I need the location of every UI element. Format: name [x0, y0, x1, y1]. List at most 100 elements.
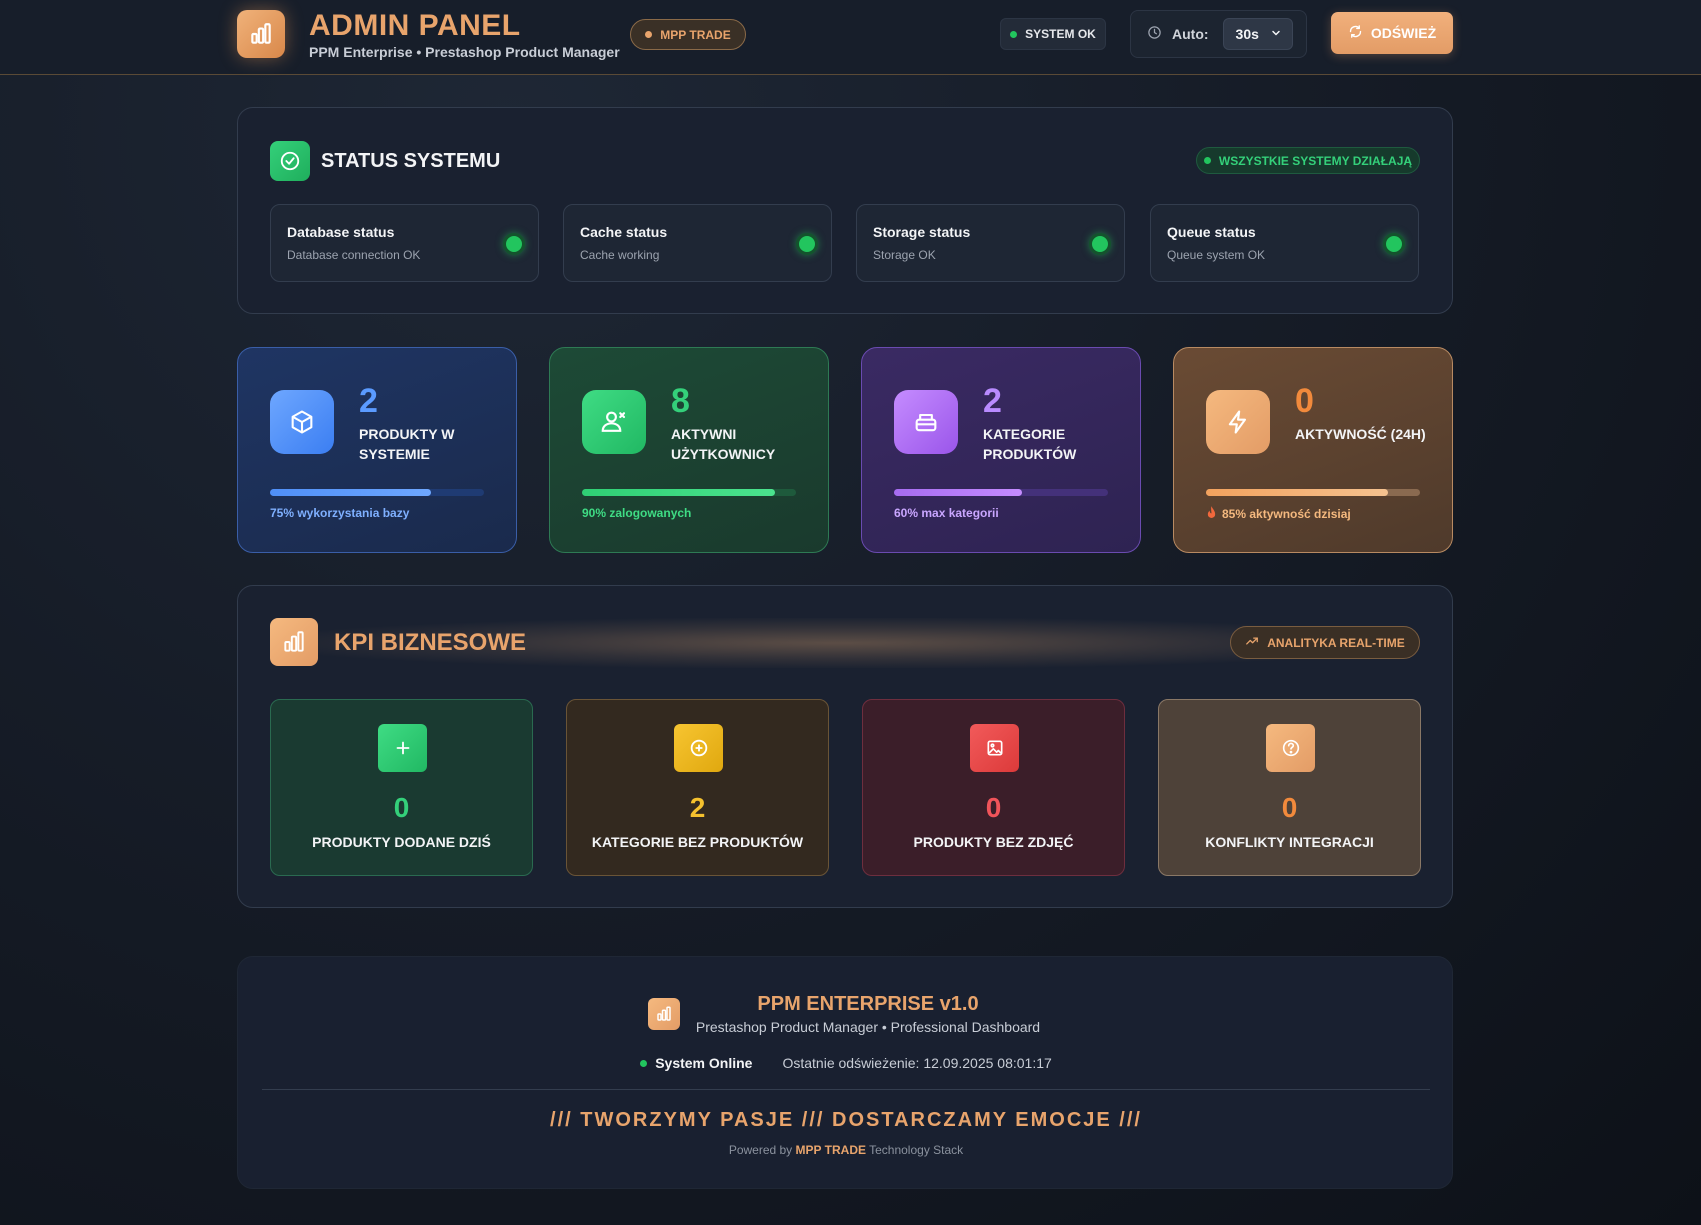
brand-badge-label: MPP TRADE — [660, 27, 731, 42]
archive-icon — [894, 390, 958, 454]
footer-title: PPM ENTERPRISE v1.0 — [757, 993, 979, 1015]
app-subtitle: PPM Enterprise • Prestashop Product Mana… — [309, 44, 620, 60]
status-card-desc: Queue system OK — [1167, 248, 1266, 262]
stat-note: 85% aktywność dzisiaj — [1222, 507, 1351, 521]
status-light-icon — [503, 233, 525, 255]
footer-slogan: /// TWORZYMY PASJE /// DOSTARCZAMY EMOCJ… — [550, 1109, 1142, 1131]
top-bar: ADMIN PANEL PPM Enterprise • Prestashop … — [0, 0, 1701, 75]
stat-label: KATEGORIE PRODUKTÓW — [983, 426, 1077, 462]
kpi-card-products-today: 0 PRODUKTY DODANE DZIŚ — [270, 699, 533, 876]
system-status-label: SYSTEM OK — [1025, 27, 1096, 41]
auto-label: Auto: — [1172, 26, 1209, 42]
system-online-label: System Online — [655, 1055, 753, 1071]
stat-value: 0 — [1295, 382, 1314, 420]
chart-bar-icon — [237, 10, 285, 58]
kpi-card-empty-categories: 2 KATEGORIE BEZ PRODUKTÓW — [566, 699, 829, 876]
brand-badge: MPP TRADE — [630, 19, 746, 50]
kpi-label: PRODUKTY BEZ ZDJĘĆ — [913, 834, 1074, 850]
status-light-icon — [796, 233, 818, 255]
fire-icon — [1206, 506, 1217, 522]
status-card-cache: Cache status Cache working — [563, 204, 832, 282]
stat-note: 90% zalogowanych — [582, 506, 692, 520]
plus-circle-icon — [674, 724, 723, 772]
status-card-storage: Storage status Storage OK — [856, 204, 1125, 282]
kpi-section-title: KPI BIZNESOWE — [334, 629, 527, 656]
app-title: ADMIN PANEL — [309, 9, 521, 42]
footer: PPM ENTERPRISE v1.0 Prestashop Product M… — [237, 956, 1453, 1189]
stat-label: PRODUKTY W SYSTEMIE — [359, 426, 455, 462]
status-card-name: Database status — [287, 224, 395, 240]
refresh-icon — [1348, 24, 1363, 42]
last-refresh-text: Ostatnie odświeżenie: 12.09.2025 08:01:1… — [782, 1055, 1052, 1071]
question-icon — [1266, 724, 1315, 772]
clock-icon — [1147, 25, 1162, 43]
kpi-card-no-images: 0 PRODUKTY BEZ ZDJĘĆ — [862, 699, 1125, 876]
online-dot-icon — [640, 1059, 648, 1067]
status-section-title: STATUS SYSTEMU — [321, 150, 501, 172]
status-light-icon — [1089, 233, 1111, 255]
chevron-down-icon — [1270, 26, 1282, 42]
refresh-label: ODŚWIEŻ — [1370, 25, 1437, 41]
stat-card-users: 8 AKTYWNI UŻYTKOWNICY 90% zalogowanych — [549, 347, 829, 553]
progress-bar — [582, 489, 796, 496]
stat-label: AKTYWNI UŻYTKOWNICY — [671, 426, 776, 462]
stat-value: 2 — [359, 382, 378, 420]
stat-note: 75% wykorzystania bazy — [270, 506, 410, 520]
brand-dot-icon — [645, 31, 653, 38]
stat-card-activity: 0 AKTYWNOŚĆ (24H) 85% aktywność dzisiaj — [1173, 347, 1453, 553]
progress-fill — [270, 489, 431, 496]
kpi-label: KATEGORIE BEZ PRODUKTÓW — [591, 834, 804, 850]
all-systems-label: WSZYSTKIE SYSTEMY DZIAŁAJĄ — [1218, 153, 1413, 168]
analytics-badge-label: ANALITYKA REAL-TIME — [1267, 635, 1405, 650]
system-status-panel: STATUS SYSTEMU WSZYSTKIE SYSTEMY DZIAŁAJ… — [237, 107, 1453, 314]
stat-note: 60% max kategorii — [894, 506, 999, 520]
progress-bar — [1206, 489, 1420, 496]
chart-bar-icon — [270, 618, 318, 666]
analytics-badge: ANALITYKA REAL-TIME — [1230, 626, 1420, 659]
status-light-icon — [1383, 233, 1405, 255]
kpi-value: 0 — [1281, 792, 1298, 823]
status-card-name: Queue status — [1167, 224, 1256, 240]
stat-value: 2 — [983, 382, 1002, 420]
powered-suffix: Technology Stack — [869, 1143, 964, 1157]
cube-icon — [270, 390, 334, 454]
status-card-queue: Queue status Queue system OK — [1150, 204, 1419, 282]
refresh-button[interactable]: ODŚWIEŻ — [1331, 12, 1453, 54]
ok-dot-icon — [1203, 157, 1211, 164]
bolt-icon — [1206, 390, 1270, 454]
system-online-indicator: System Online — [640, 1055, 752, 1071]
progress-fill — [582, 489, 775, 496]
status-card-database: Database status Database connection OK — [270, 204, 539, 282]
powered-prefix: Powered by — [728, 1143, 793, 1157]
all-systems-badge: WSZYSTKIE SYSTEMY DZIAŁAJĄ — [1196, 147, 1420, 174]
check-circle-icon — [270, 141, 310, 181]
status-card-desc: Storage OK — [873, 248, 936, 262]
progress-fill — [894, 489, 1023, 496]
kpi-panel: KPI BIZNESOWE ANALITYKA REAL-TIME 0 PROD… — [237, 585, 1453, 908]
status-card-desc: Database connection OK — [287, 248, 421, 262]
stat-label: AKTYWNOŚĆ (24H) — [1295, 426, 1426, 442]
progress-bar — [894, 489, 1108, 496]
powered-by: Powered by MPP TRADE Technology Stack — [238, 1143, 1454, 1157]
stat-card-categories: 2 KATEGORIE PRODUKTÓW 60% max kategorii — [861, 347, 1141, 553]
status-card-name: Storage status — [873, 224, 971, 240]
kpi-label: PRODUKTY DODANE DZIŚ — [312, 834, 491, 850]
status-card-name: Cache status — [580, 224, 668, 240]
kpi-card-integration-conflicts: 0 KONFLIKTY INTEGRACJI — [1158, 699, 1421, 876]
stat-card-products: 2 PRODUKTY W SYSTEMIE 75% wykorzystania … — [237, 347, 517, 553]
auto-refresh-select[interactable]: 30s — [1222, 18, 1293, 50]
kpi-value: 2 — [689, 792, 706, 823]
kpi-label: KONFLIKTY INTEGRACJI — [1205, 834, 1374, 850]
status-dot-icon — [1010, 30, 1018, 38]
system-status-badge: SYSTEM OK — [1000, 18, 1106, 50]
users-icon — [582, 390, 646, 454]
stat-value: 8 — [671, 382, 690, 420]
footer-divider — [262, 1089, 1430, 1090]
footer-status-row: System Online Ostatnie odświeżenie: 12.0… — [238, 1055, 1454, 1071]
kpi-value: 0 — [985, 792, 1002, 823]
footer-subtitle: Prestashop Product Manager • Professiona… — [695, 1019, 1041, 1035]
plus-icon — [378, 724, 427, 772]
powered-brand: MPP TRADE — [795, 1143, 866, 1157]
image-icon — [970, 724, 1019, 772]
progress-fill — [1206, 489, 1388, 496]
